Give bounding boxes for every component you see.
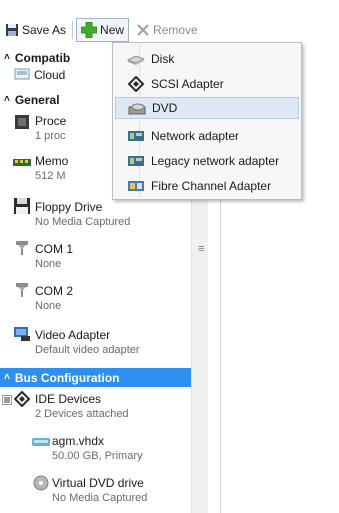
tree-item-floppy-drive-title: Floppy Drive bbox=[35, 200, 103, 214]
toolbar: Save As New Remove bbox=[0, 18, 339, 42]
tree-item-video-adapter[interactable]: Video Adapter Default video adapter bbox=[0, 324, 191, 360]
tree-item-ide-devices-sub: 2 Devices attached bbox=[35, 408, 129, 420]
collapse-box-icon[interactable] bbox=[2, 394, 12, 410]
hard-disk-icon bbox=[32, 436, 50, 452]
new-label: New bbox=[100, 23, 125, 37]
processor-icon bbox=[13, 114, 31, 130]
section-bus-configuration-label: Bus Configuration bbox=[14, 370, 120, 385]
tree-item-com1-title: COM 1 bbox=[35, 242, 74, 256]
menu-item-legacy-network-adapter-label: Legacy network adapter bbox=[151, 154, 280, 168]
tree-item-ide-devices[interactable]: IDE Devices 2 Devices attached bbox=[0, 390, 191, 426]
tree-item-processor-title: Proce bbox=[35, 114, 67, 128]
tree-item-vhd[interactable]: agm.vhdx 50.00 GB, Primary bbox=[0, 432, 191, 468]
collapse-chevron-icon[interactable]: ˄ bbox=[4, 372, 10, 383]
scsi-adapter-icon bbox=[127, 75, 145, 93]
tree-item-com1-sub: None bbox=[35, 258, 62, 270]
tree-item-processor-sub: 1 proc bbox=[35, 130, 66, 142]
collapse-chevron-icon[interactable]: ˄ bbox=[4, 94, 10, 105]
menu-item-dvd[interactable]: DVD bbox=[115, 97, 299, 119]
tree-item-floppy-drive-sub: No Media Captured bbox=[35, 216, 131, 228]
remove-label: Remove bbox=[153, 23, 198, 37]
tree-item-floppy-drive[interactable]: Floppy Drive No Media Captured bbox=[0, 196, 191, 232]
com-port-icon bbox=[13, 240, 31, 256]
menu-item-scsi-adapter[interactable]: SCSI Adapter bbox=[115, 73, 299, 95]
dvd-disc-icon bbox=[32, 475, 50, 491]
save-as-label: Save As bbox=[22, 23, 67, 37]
menu-item-scsi-adapter-label: SCSI Adapter bbox=[151, 77, 224, 91]
dvd-icon bbox=[128, 100, 146, 116]
tree-item-video-adapter-sub: Default video adapter bbox=[35, 344, 140, 356]
fibre-channel-icon bbox=[127, 178, 145, 194]
menu-item-disk-label: Disk bbox=[151, 52, 175, 66]
menu-item-fibre-channel-adapter-label: Fibre Channel Adapter bbox=[151, 179, 272, 193]
section-compatibility-label: Compatib bbox=[14, 50, 71, 65]
remove-button[interactable]: Remove bbox=[133, 19, 201, 41]
plus-icon bbox=[80, 21, 98, 39]
tree-item-com1[interactable]: COM 1 None bbox=[0, 238, 191, 274]
new-dropdown-menu: Disk SCSI Adapter DVD Network adapter Le… bbox=[112, 42, 302, 200]
com-port-icon bbox=[13, 282, 31, 298]
remove-icon bbox=[136, 23, 150, 37]
section-bus-configuration[interactable]: ˄ Bus Configuration bbox=[0, 368, 191, 387]
scrollbar-grip-icon[interactable]: ≡ bbox=[198, 244, 204, 255]
cloud-icon bbox=[14, 67, 32, 83]
menu-item-disk[interactable]: Disk bbox=[115, 48, 299, 70]
ide-devices-icon bbox=[13, 390, 32, 408]
section-general-label: General bbox=[14, 92, 60, 107]
disk-icon bbox=[126, 51, 146, 67]
tree-item-com2-sub: None bbox=[35, 300, 62, 312]
tree-item-virtual-dvd-title: Virtual DVD drive bbox=[52, 476, 144, 490]
memory-icon bbox=[13, 156, 31, 172]
collapse-chevron-icon[interactable]: ˄ bbox=[4, 52, 10, 63]
tree-item-vhd-title: agm.vhdx bbox=[52, 434, 105, 448]
tree-item-video-adapter-title: Video Adapter bbox=[35, 328, 111, 342]
video-adapter-icon bbox=[13, 326, 31, 342]
menu-item-network-adapter-label: Network adapter bbox=[151, 129, 240, 143]
tree-item-virtual-dvd[interactable]: Virtual DVD drive No Media Captured bbox=[0, 474, 191, 510]
save-icon bbox=[5, 23, 19, 37]
toolbar-separator bbox=[72, 21, 74, 39]
menu-item-network-adapter[interactable]: Network adapter bbox=[115, 125, 299, 147]
menu-item-legacy-network-adapter[interactable]: Legacy network adapter bbox=[115, 150, 299, 172]
new-button[interactable]: New bbox=[76, 18, 130, 42]
legacy-network-adapter-icon bbox=[127, 153, 145, 169]
save-as-button[interactable]: Save As bbox=[2, 19, 69, 41]
tree-item-cloud-label: Cloud bbox=[34, 68, 66, 82]
network-adapter-icon bbox=[127, 128, 145, 144]
tree-item-com2-title: COM 2 bbox=[35, 284, 74, 298]
tree-item-memory-title: Memo bbox=[35, 154, 69, 168]
tree-item-virtual-dvd-sub: No Media Captured bbox=[52, 492, 148, 504]
tree-item-vhd-sub: 50.00 GB, Primary bbox=[52, 450, 143, 462]
tree-item-com2[interactable]: COM 2 None bbox=[0, 280, 191, 316]
tree-item-ide-devices-title: IDE Devices bbox=[35, 392, 102, 406]
tree-item-memory-sub: 512 M bbox=[35, 170, 66, 182]
menu-item-fibre-channel-adapter[interactable]: Fibre Channel Adapter bbox=[115, 175, 299, 197]
menu-item-dvd-label: DVD bbox=[152, 101, 178, 115]
floppy-icon bbox=[13, 198, 31, 214]
